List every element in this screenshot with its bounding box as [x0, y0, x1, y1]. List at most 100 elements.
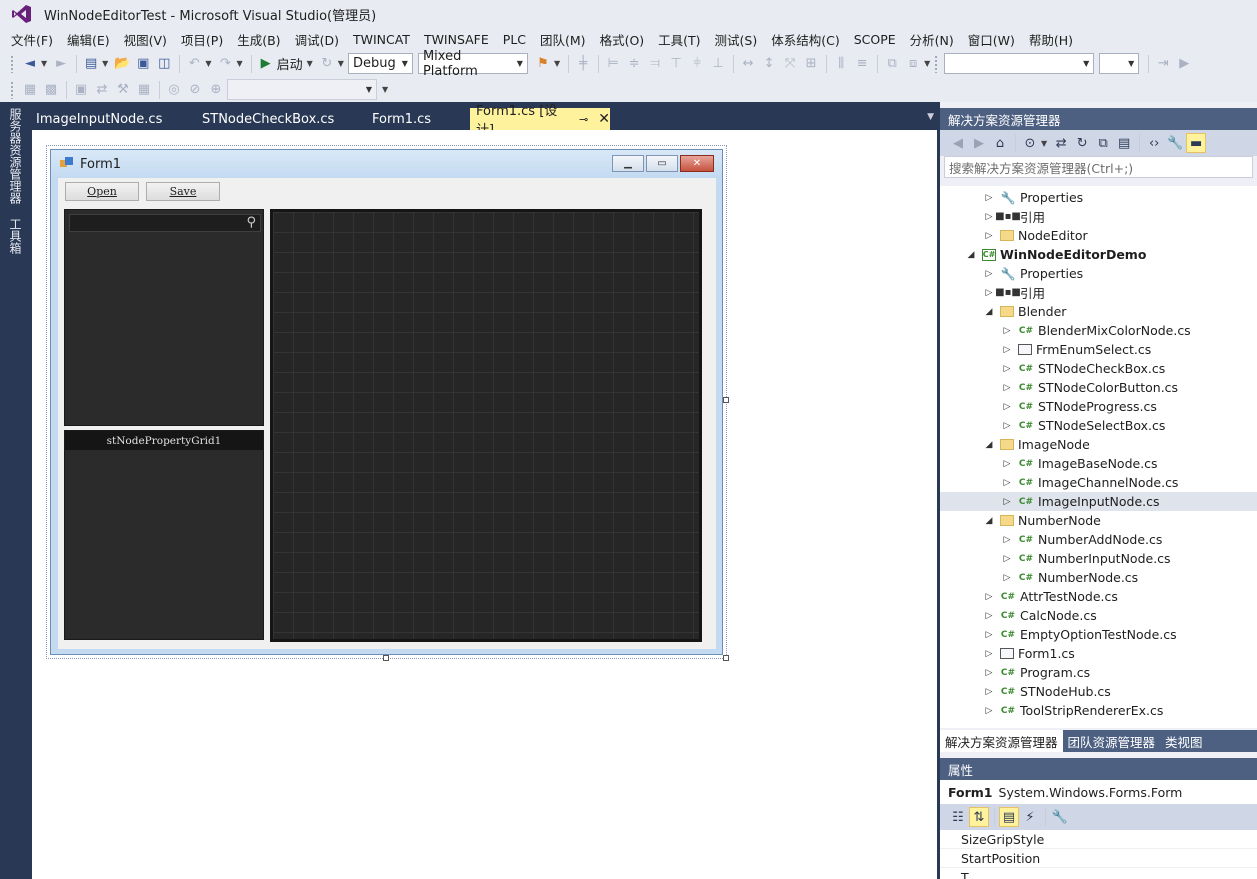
plc-login-icon[interactable]: ▣ — [71, 80, 91, 100]
tree-node[interactable]: ▷ 🔧 Properties — [940, 188, 1257, 207]
config-mode-icon[interactable]: ⚒ — [113, 80, 133, 100]
view-code-icon[interactable]: ‹› — [1144, 133, 1164, 153]
property-row-partial[interactable]: T — [940, 868, 1257, 879]
tree-node[interactable]: ◢ Blender — [940, 302, 1257, 321]
scan-icon[interactable]: ◎ — [164, 80, 184, 100]
tree-node[interactable]: ▷ C# BlenderMixColorNode.cs — [940, 321, 1257, 340]
send-to-back-icon[interactable]: ⧈ — [903, 54, 923, 74]
chevron-down-icon[interactable]: ▼ — [236, 59, 242, 68]
collapsed-arrow-icon[interactable]: ▷ — [1002, 554, 1012, 564]
tree-node[interactable]: ▷ C# STNodeProgress.cs — [940, 397, 1257, 416]
tree-node[interactable]: ▷ ■▪■ 引用 — [940, 283, 1257, 302]
show-all-files-icon[interactable]: ▤ — [1114, 133, 1134, 153]
collapsed-arrow-icon[interactable]: ▷ — [1002, 535, 1012, 545]
align-rights-icon[interactable]: ⫤ — [645, 54, 665, 74]
tab-solution-explorer[interactable]: 解决方案资源管理器 — [940, 730, 1063, 752]
open-button[interactable]: Open — [65, 182, 139, 201]
collapsed-arrow-icon[interactable]: ▷ — [984, 592, 994, 602]
toolbar-grip[interactable] — [10, 54, 14, 73]
refresh-icon[interactable]: ↻ — [1072, 133, 1092, 153]
collapsed-arrow-icon[interactable]: ▷ — [984, 212, 994, 222]
preview-selected-icon[interactable]: ▬ — [1186, 133, 1207, 153]
chevron-down-icon[interactable]: ▼ — [307, 59, 313, 68]
menu-item[interactable]: 视图(V) — [117, 30, 174, 49]
chevron-down-icon[interactable]: ▼ — [927, 112, 934, 122]
close-icon[interactable]: ✕ — [680, 155, 714, 172]
tree-node[interactable]: ▷ C# ImageChannelNode.cs — [940, 473, 1257, 492]
make-same-width-icon[interactable]: ↔ — [738, 54, 758, 74]
solution-platform-dropdown[interactable]: Mixed Platform ▼ — [417, 49, 528, 79]
make-same-height-icon[interactable]: ↕ — [759, 54, 779, 74]
solution-explorer-title[interactable]: 解决方案资源管理器 — [940, 108, 1257, 130]
menu-item[interactable]: 帮助(H) — [1022, 30, 1080, 49]
collapsed-arrow-icon[interactable]: ▷ — [984, 231, 994, 241]
property-row-size-grip-style[interactable]: SizeGripStyle — [940, 830, 1257, 849]
chevron-down-icon[interactable]: ▼ — [1041, 139, 1047, 148]
target-icon[interactable]: ⊕ — [206, 80, 226, 100]
toolbar-combo-target[interactable]: ▼ — [944, 53, 1095, 74]
collapsed-arrow-icon[interactable]: ▷ — [1002, 459, 1012, 469]
collapsed-arrow-icon[interactable]: ▷ — [984, 288, 994, 298]
forward-icon[interactable]: ▶ — [969, 133, 989, 153]
chevron-down-icon[interactable]: ▼ — [554, 59, 560, 68]
tree-node[interactable]: ◢ ImageNode — [940, 435, 1257, 454]
tree-node[interactable]: ▷ C# AttrTestNode.cs — [940, 587, 1257, 606]
menu-item[interactable]: 测试(S) — [708, 30, 765, 49]
align-to-grid-icon[interactable]: ╪ — [573, 54, 593, 74]
collapsed-arrow-icon[interactable]: ▷ — [984, 649, 994, 659]
collapsed-arrow-icon[interactable]: ▷ — [984, 668, 994, 678]
property-row-start-position[interactable]: StartPosition — [940, 849, 1257, 868]
start-debugging-icon[interactable]: ▶ — [256, 54, 276, 74]
menu-item[interactable]: 编辑(E) — [60, 30, 117, 49]
tree-node[interactable]: ▷ C# STNodeColorButton.cs — [940, 378, 1257, 397]
property-pages-wrench-icon[interactable]: 🔧 — [1050, 807, 1070, 827]
save-all-icon[interactable]: ◫ — [154, 54, 174, 74]
tree-node[interactable]: ▷ Form1.cs — [940, 644, 1257, 663]
collapsed-arrow-icon[interactable]: ▷ — [1002, 364, 1012, 374]
properties-wrench-icon[interactable]: 🔧 — [1165, 133, 1185, 153]
chevron-down-icon[interactable]: ▼ — [338, 59, 344, 68]
tree-node[interactable]: ▷ C# EmptyOptionTestNode.cs — [940, 625, 1257, 644]
tree-node[interactable]: ◢ NumberNode — [940, 511, 1257, 530]
align-middles-icon[interactable]: ⫩ — [687, 54, 707, 74]
node-property-grid[interactable]: stNodePropertyGrid1 — [64, 430, 264, 640]
toolbar-combo-small[interactable]: ▼ — [1099, 53, 1140, 74]
start-label[interactable]: 启动 — [277, 54, 303, 73]
align-lefts-icon[interactable]: ⊨ — [603, 54, 623, 74]
chevron-down-icon[interactable]: ▼ — [205, 59, 211, 68]
alphabetical-icon[interactable]: ⇅ — [969, 807, 989, 827]
menu-item[interactable]: PLC — [496, 32, 533, 47]
tab-form1-code[interactable]: Form1.cs — [366, 108, 470, 130]
tree-node[interactable]: ◢ C# WinNodeEditorDemo — [940, 245, 1257, 264]
resize-handle-corner[interactable] — [723, 655, 729, 661]
menu-item[interactable]: 生成(B) — [230, 30, 287, 49]
collapsed-arrow-icon[interactable]: ▷ — [984, 630, 994, 640]
activate-config-icon[interactable]: ▩ — [41, 80, 61, 100]
sync-with-document-icon[interactable]: ⇄ — [1051, 133, 1071, 153]
align-centers-icon[interactable]: ≑ — [624, 54, 644, 74]
menu-item[interactable]: TWINCAT — [346, 32, 417, 47]
designer-surface[interactable]: Form1 ▁ ▭ ✕ Open Save ⚲ stNodePropertyGr… — [32, 130, 937, 879]
collapsed-arrow-icon[interactable]: ▷ — [1002, 478, 1012, 488]
menu-item[interactable]: 格式(O) — [593, 30, 652, 49]
toolbar-grip[interactable] — [10, 80, 14, 99]
collapsed-arrow-icon[interactable]: ▷ — [984, 706, 994, 716]
menu-item[interactable]: 工具(T) — [651, 30, 707, 49]
tab-team-explorer[interactable]: 团队资源管理器 — [1063, 730, 1161, 752]
tree-node[interactable]: ▷ FrmEnumSelect.cs — [940, 340, 1257, 359]
collapse-all-icon[interactable]: ⧉ — [1093, 133, 1113, 153]
solution-configuration-dropdown[interactable]: Debug ▼ — [347, 53, 413, 74]
run-icon[interactable]: ▶ — [1174, 54, 1194, 74]
tree-node[interactable]: ▷ C# NumberNode.cs — [940, 568, 1257, 587]
chevron-down-icon[interactable]: ▼ — [382, 85, 388, 94]
restart-icon[interactable]: ⇄ — [92, 80, 112, 100]
tree-node[interactable]: ▷ C# ImageBaseNode.cs — [940, 454, 1257, 473]
vertical-spacing-icon[interactable]: ≡ — [852, 54, 872, 74]
menu-item[interactable]: 项目(P) — [174, 30, 230, 49]
menu-item[interactable]: 分析(N) — [903, 30, 961, 49]
undo-icon[interactable]: ↶ — [184, 54, 204, 74]
expanded-arrow-icon[interactable]: ◢ — [984, 516, 994, 526]
menu-item[interactable]: 团队(M) — [533, 30, 593, 49]
navigate-forward-icon[interactable]: ► — [51, 54, 71, 74]
collapsed-arrow-icon[interactable]: ▷ — [1002, 573, 1012, 583]
